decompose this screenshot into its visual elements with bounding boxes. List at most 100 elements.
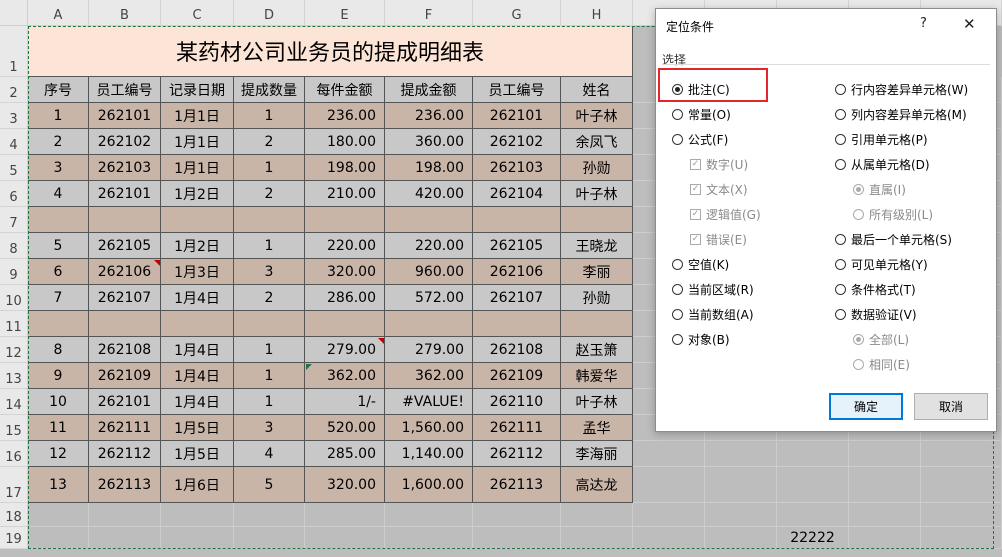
- data-cell[interactable]: 262113: [89, 467, 161, 503]
- column-title[interactable]: 员工编号: [473, 77, 561, 103]
- radio-button[interactable]: [835, 159, 846, 170]
- data-cell[interactable]: 1月2日: [161, 233, 234, 259]
- data-cell[interactable]: 1,140.00: [385, 441, 473, 467]
- sheet-title[interactable]: 某药材公司业务员的提成明细表: [28, 26, 633, 77]
- data-cell[interactable]: 孟华: [561, 415, 633, 441]
- data-cell[interactable]: [385, 207, 473, 233]
- data-cell[interactable]: 285.00: [305, 441, 385, 467]
- row-header[interactable]: 10: [0, 285, 28, 311]
- data-cell[interactable]: 262113: [473, 467, 561, 503]
- option-left-7[interactable]: 空值(K): [672, 256, 729, 273]
- data-cell[interactable]: 11: [28, 415, 89, 441]
- option-left-8[interactable]: 当前区域(R): [672, 281, 754, 298]
- data-cell[interactable]: 1月2日: [161, 181, 234, 207]
- row-header[interactable]: 7: [0, 207, 28, 233]
- data-cell[interactable]: 236.00: [305, 103, 385, 129]
- row-header[interactable]: 4: [0, 129, 28, 155]
- data-cell[interactable]: 262110: [473, 389, 561, 415]
- empty-cell[interactable]: [234, 527, 305, 549]
- data-cell[interactable]: 262102: [89, 129, 161, 155]
- data-cell[interactable]: 1月4日: [161, 389, 234, 415]
- empty-cell[interactable]: [473, 503, 561, 527]
- empty-cell[interactable]: [89, 527, 161, 549]
- empty-cell[interactable]: [705, 467, 777, 503]
- column-header[interactable]: C: [161, 0, 234, 26]
- column-header[interactable]: E: [305, 0, 385, 26]
- data-cell[interactable]: 198.00: [385, 155, 473, 181]
- empty-cell[interactable]: [705, 441, 777, 467]
- empty-cell[interactable]: [28, 527, 89, 549]
- option-left-9[interactable]: 当前数组(A): [672, 306, 754, 323]
- empty-cell[interactable]: [849, 467, 921, 503]
- row-header[interactable]: 17: [0, 467, 28, 503]
- data-cell[interactable]: [89, 311, 161, 337]
- data-cell[interactable]: 1月1日: [161, 155, 234, 181]
- data-cell[interactable]: 李海丽: [561, 441, 633, 467]
- data-cell[interactable]: 1,600.00: [385, 467, 473, 503]
- cancel-button[interactable]: 取消: [914, 393, 988, 420]
- empty-cell[interactable]: [633, 527, 705, 549]
- data-cell[interactable]: [305, 311, 385, 337]
- data-cell[interactable]: 3: [234, 259, 305, 285]
- empty-cell[interactable]: [385, 527, 473, 549]
- empty-cell[interactable]: [921, 467, 1002, 503]
- data-cell[interactable]: 9: [28, 363, 89, 389]
- data-cell[interactable]: 262107: [89, 285, 161, 311]
- data-cell[interactable]: 2: [234, 181, 305, 207]
- empty-cell[interactable]: [777, 441, 849, 467]
- column-title[interactable]: 提成金额: [385, 77, 473, 103]
- column-title[interactable]: 记录日期: [161, 77, 234, 103]
- data-cell[interactable]: 262108: [473, 337, 561, 363]
- radio-button[interactable]: [835, 309, 846, 320]
- option-right-0[interactable]: 行内容差异单元格(W): [835, 81, 968, 98]
- data-cell[interactable]: #VALUE!: [385, 389, 473, 415]
- data-cell[interactable]: 262112: [473, 441, 561, 467]
- empty-cell[interactable]: [305, 503, 385, 527]
- column-header[interactable]: D: [234, 0, 305, 26]
- option-right-6[interactable]: 最后一个单元格(S): [835, 231, 952, 248]
- option-right-8[interactable]: 条件格式(T): [835, 281, 916, 298]
- data-cell[interactable]: [28, 207, 89, 233]
- option-right-9[interactable]: 数据验证(V): [835, 306, 917, 323]
- empty-cell[interactable]: [921, 503, 1002, 527]
- column-header[interactable]: F: [385, 0, 473, 26]
- data-cell[interactable]: 262111: [473, 415, 561, 441]
- empty-cell[interactable]: [633, 467, 705, 503]
- data-cell[interactable]: 1月4日: [161, 285, 234, 311]
- row-header[interactable]: 8: [0, 233, 28, 259]
- empty-cell[interactable]: [305, 527, 385, 549]
- data-cell[interactable]: 1月5日: [161, 441, 234, 467]
- row-header[interactable]: 2: [0, 77, 28, 103]
- data-cell[interactable]: [234, 311, 305, 337]
- data-cell[interactable]: [161, 207, 234, 233]
- data-cell[interactable]: 余凤飞: [561, 129, 633, 155]
- data-cell[interactable]: 960.00: [385, 259, 473, 285]
- data-cell[interactable]: 孙勋: [561, 155, 633, 181]
- radio-button[interactable]: [835, 84, 846, 95]
- row-header[interactable]: 15: [0, 415, 28, 441]
- radio-button[interactable]: [672, 284, 683, 295]
- data-cell[interactable]: 262112: [89, 441, 161, 467]
- radio-button[interactable]: [672, 259, 683, 270]
- data-cell[interactable]: 520.00: [305, 415, 385, 441]
- data-cell[interactable]: 286.00: [305, 285, 385, 311]
- radio-button[interactable]: [835, 134, 846, 145]
- empty-cell[interactable]: [633, 441, 705, 467]
- data-cell[interactable]: 262106: [473, 259, 561, 285]
- data-cell[interactable]: [473, 311, 561, 337]
- column-header[interactable]: H: [561, 0, 633, 26]
- data-cell[interactable]: 5: [234, 467, 305, 503]
- row-header[interactable]: 16: [0, 441, 28, 467]
- data-cell[interactable]: 3: [28, 155, 89, 181]
- data-cell[interactable]: 1: [234, 155, 305, 181]
- data-cell[interactable]: 1,560.00: [385, 415, 473, 441]
- data-cell[interactable]: 262111: [89, 415, 161, 441]
- empty-cell[interactable]: [849, 503, 921, 527]
- empty-cell[interactable]: [921, 527, 1002, 549]
- option-right-1[interactable]: 列内容差异单元格(M): [835, 106, 967, 123]
- option-right-2[interactable]: 引用单元格(P): [835, 131, 928, 148]
- radio-button[interactable]: [672, 134, 683, 145]
- data-cell[interactable]: 220.00: [385, 233, 473, 259]
- data-cell[interactable]: 高达龙: [561, 467, 633, 503]
- data-cell[interactable]: 7: [28, 285, 89, 311]
